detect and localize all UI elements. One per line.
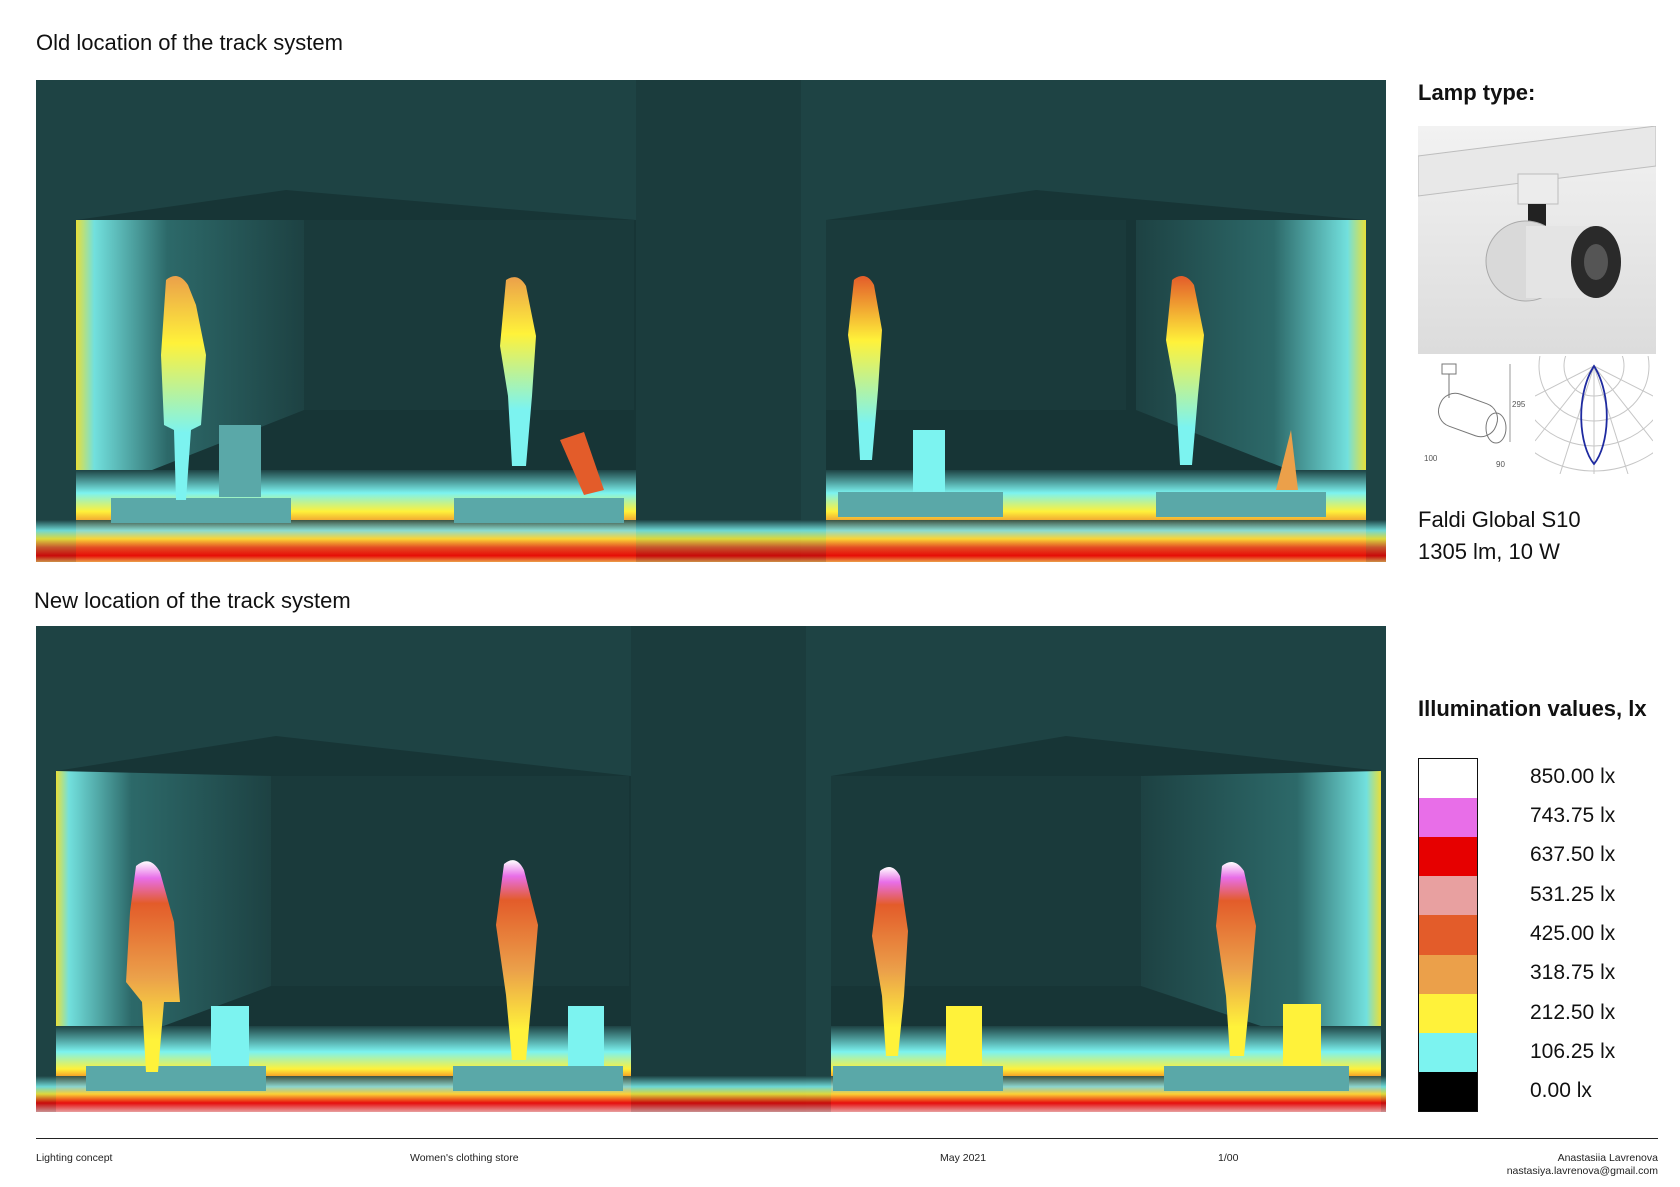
lamp-specs: 1305 lm, 10 W [1418,539,1560,564]
lamp-dimension-drawing: 295 100 90 [1418,362,1528,472]
legend-swatch [1419,954,1477,994]
legend-value-label: 0.00 lx [1530,1079,1592,1103]
dim-diameter-label: 90 [1496,460,1505,469]
legend-value-label: 425.00 lx [1530,922,1616,945]
footer-sheet-number: 1/00 [1218,1152,1239,1164]
footer-date: May 2021 [940,1152,987,1164]
footer-email: nastasiya.lavrenova@gmail.com [1506,1165,1658,1177]
legend-swatch [1419,1032,1477,1072]
legend-value-label: 106.25 lx [1530,1040,1616,1063]
old-location-render [36,80,1386,562]
dim-height-label: 295 [1512,400,1526,409]
footer-author: Anastasiia Lavrenova [1557,1152,1658,1164]
polar-distribution-diagram [1488,260,1680,475]
new-section-title: New location of the track system [34,588,351,613]
legend-value-label: 637.50 lx [1530,843,1616,867]
legend-value-label: 212.50 lx [1530,1000,1616,1024]
illumination-legend-scale [1418,758,1478,1112]
legend-value-label: 743.75 lx [1530,804,1616,827]
new-location-render [36,626,1386,1112]
dim-length-label: 100 [1424,454,1438,463]
legend-value-label: 531.25 lx [1530,882,1616,906]
old-section-title: Old location of the track system [36,30,343,55]
footer-concept: Lighting concept [36,1152,113,1164]
legend-value-label: 318.75 lx [1530,961,1616,985]
footer-divider [36,1138,1658,1139]
legend-swatch [1419,759,1477,799]
legend-swatch [1419,993,1477,1033]
legend-swatch [1419,915,1477,955]
illumination-legend-heading: Illumination values, lx [1418,696,1647,721]
legend-value-label: 850.00 lx [1530,764,1616,788]
lamp-photo [1418,126,1656,354]
legend-swatch [1419,1071,1477,1111]
lamp-model: Faldi Global S10 [1418,507,1581,532]
legend-swatch [1419,876,1477,916]
lamp-type-heading: Lamp type: [1418,80,1536,105]
legend-swatch [1419,837,1477,877]
legend-swatch [1419,798,1477,838]
footer-store: Women's clothing store [410,1152,519,1164]
